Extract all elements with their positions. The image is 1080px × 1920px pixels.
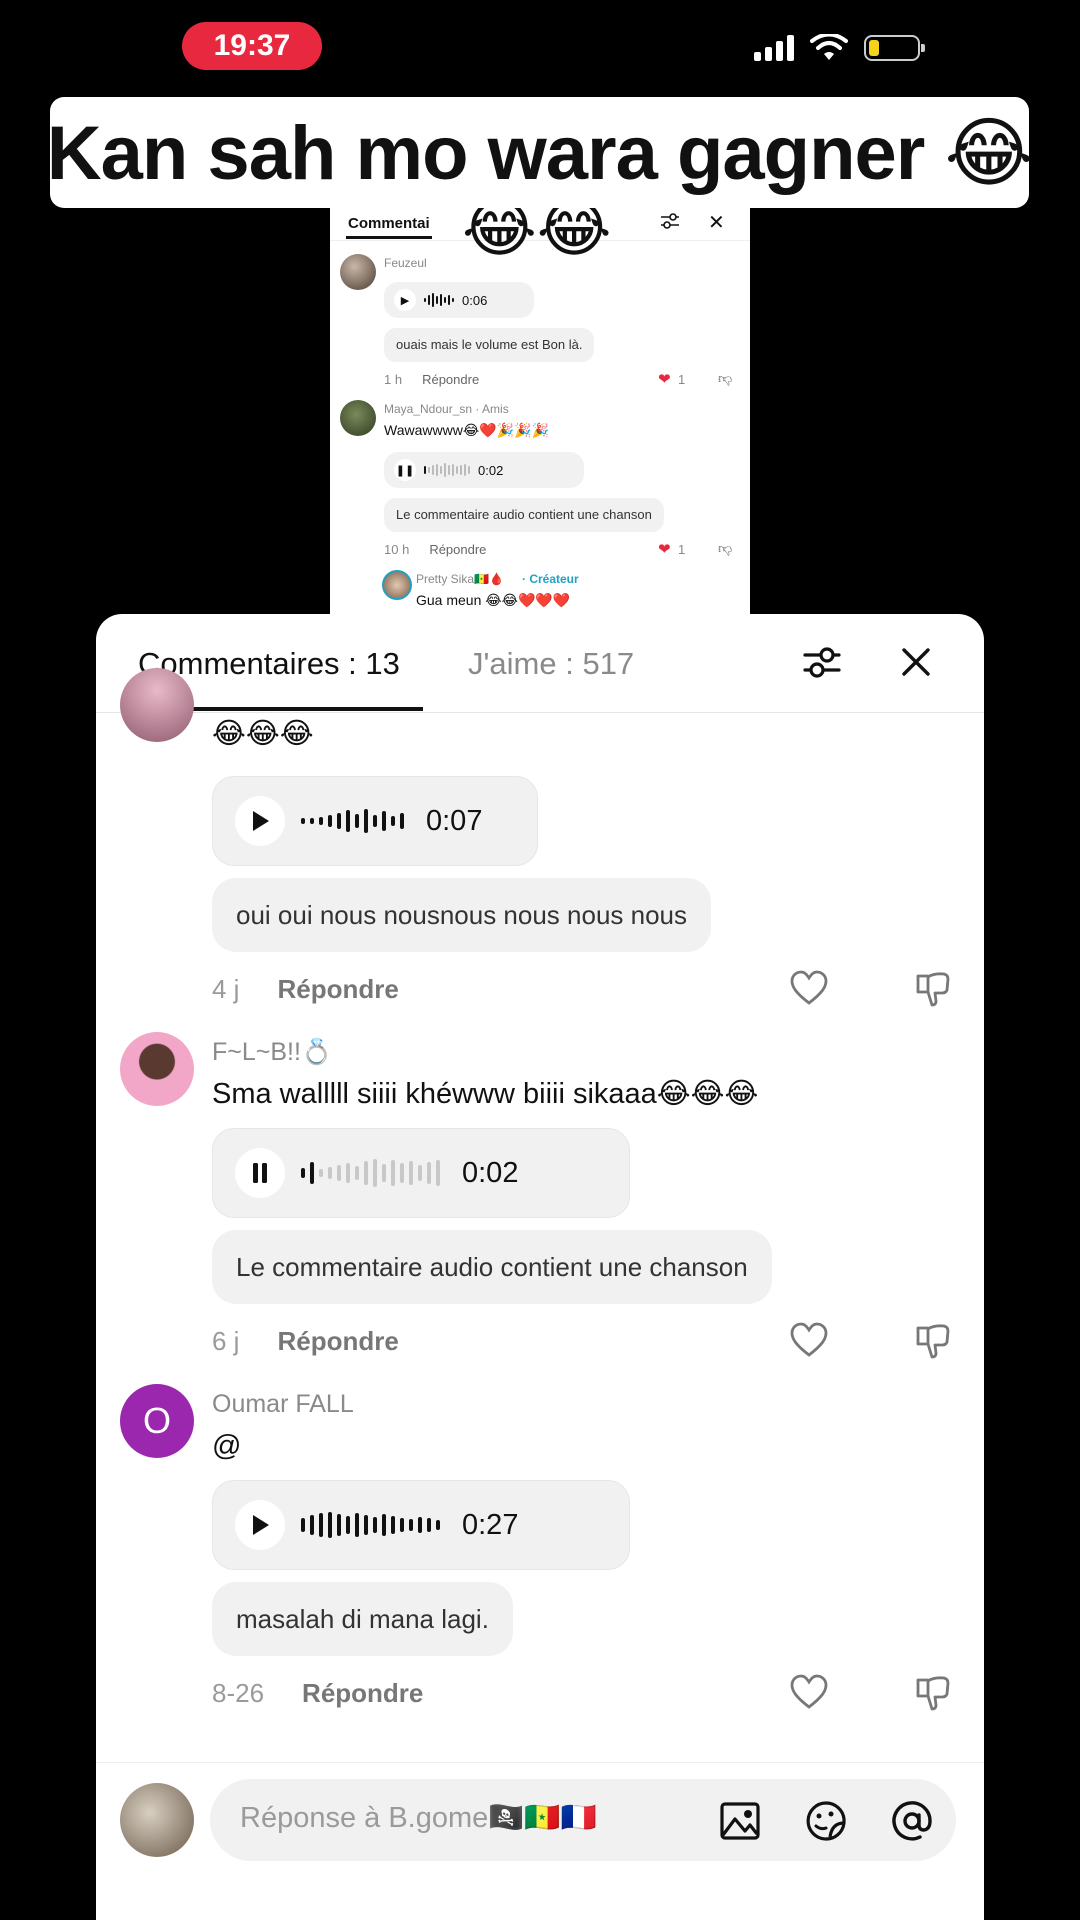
audio-duration: 0:02 [462, 1156, 519, 1189]
reply-button[interactable]: Répondre [277, 974, 398, 1004]
creator-badge: · Créateur [522, 572, 579, 586]
waveform [301, 809, 404, 833]
sticker-icon[interactable] [804, 1799, 848, 1843]
comment-username[interactable]: F~L~B!!💍 [212, 1038, 332, 1067]
reply-input[interactable]: Réponse à B.gome🏴‍☠️🇸🇳🇫🇷 [210, 1779, 956, 1861]
heart-icon[interactable] [790, 1674, 828, 1710]
avatar[interactable] [120, 668, 194, 742]
mini-reply: Répondre [429, 542, 487, 557]
audio-player[interactable]: 0:02 [212, 1128, 630, 1218]
sheet-tabs: Commentaires : 13 J'aime : 517 [96, 614, 984, 713]
audio-transcript: Le commentaire audio contient une chanso… [212, 1230, 772, 1304]
mini-transcript: ouais mais le volume est Bon là. [384, 328, 595, 362]
reply-input-placeholder: Réponse à B.gome🏴‍☠️🇸🇳🇫🇷 [240, 1802, 597, 1834]
status-icons [754, 34, 925, 62]
mini-reply-user: Pretty Sika🇸🇳🩸 [416, 572, 504, 586]
audio-duration: 0:27 [462, 1508, 519, 1541]
filter-icon[interactable] [802, 642, 842, 682]
signal-icon [754, 35, 794, 61]
comment-text: Sma walllll siiii khéwww biiii sikaaa😂😂😂 [212, 1078, 759, 1110]
comment-time: 8-26 [212, 1678, 265, 1708]
heart-icon: ❤ [658, 371, 671, 388]
tab-likes[interactable]: J'aime : 517 [468, 646, 634, 682]
avatar [340, 254, 376, 290]
heart-icon[interactable] [790, 1322, 828, 1358]
comment-time: 4 j [212, 974, 240, 1004]
video-caption: Kan sah mo wara gagner 😂 [47, 97, 1033, 208]
mini-like-count: 1 [678, 542, 686, 557]
audio-duration: 0:07 [426, 804, 483, 837]
comment-meta: 8-26 Répondre [212, 1678, 423, 1709]
comment-text: @ [212, 1430, 242, 1462]
mini-audio-player: ▶ 0:06 [384, 282, 534, 318]
mini-audio-player: ❚❚ 0:02 [384, 452, 584, 488]
avatar[interactable] [120, 1032, 194, 1106]
close-icon: ✕ [708, 212, 725, 234]
thumbs-down-icon: 👎︎ [718, 370, 733, 386]
waveform [301, 1159, 440, 1187]
thumbs-down-icon[interactable] [914, 970, 952, 1008]
comment-username[interactable]: Oumar FALL [212, 1390, 354, 1419]
mini-comment-text: Wawawwww😂❤️🎉🎉🎉 [384, 422, 549, 438]
avatar [382, 570, 412, 600]
reply-button[interactable]: Répondre [277, 1326, 398, 1356]
mini-duration: 0:02 [478, 462, 504, 478]
thumbs-down-icon: 👎︎ [718, 540, 733, 556]
heart-icon[interactable] [790, 970, 828, 1006]
avatar[interactable]: O [120, 1384, 194, 1458]
status-time: 19:37 [182, 22, 322, 70]
comment-text: 😂😂😂 [212, 718, 314, 750]
avatar [340, 400, 376, 436]
mini-meta: 10 h Répondre [384, 542, 486, 557]
mini-reply-text: Gua meun 😂😂❤️❤️❤️ [416, 592, 571, 608]
comment-time: 6 j [212, 1326, 240, 1356]
waveform [301, 1512, 440, 1538]
battery-icon [864, 35, 925, 61]
heart-icon: ❤ [658, 541, 671, 558]
mini-time: 1 h [384, 372, 403, 387]
thumbs-down-icon[interactable] [914, 1674, 952, 1712]
audio-player[interactable]: 0:07 [212, 776, 538, 866]
play-icon[interactable] [235, 796, 285, 846]
mini-like-count: 1 [678, 372, 686, 387]
filter-icon [661, 213, 679, 229]
mini-username: Maya_Ndour_sn · Amis [384, 402, 509, 416]
mini-transcript: Le commentaire audio contient une chanso… [384, 498, 664, 532]
comment-meta: 6 j Répondre [212, 1326, 399, 1357]
mini-tab-underline [346, 236, 432, 239]
play-icon[interactable] [235, 1500, 285, 1550]
image-icon[interactable] [718, 1799, 762, 1843]
mini-duration: 0:06 [462, 292, 488, 308]
pause-icon[interactable] [235, 1148, 285, 1198]
mini-reply: Répondre [422, 372, 480, 387]
play-icon: ▶ [394, 289, 416, 311]
comments-sheet: Commentaires : 13 J'aime : 517 😂😂😂 0:07 … [96, 614, 984, 1920]
close-icon[interactable] [896, 642, 936, 682]
waveform [424, 293, 454, 307]
reply-input-bar: Réponse à B.gome🏴‍☠️🇸🇳🇫🇷 [96, 1762, 984, 1920]
mini-username: Feuzeul [384, 256, 427, 270]
reply-button[interactable]: Répondre [302, 1678, 423, 1708]
pause-icon: ❚❚ [394, 459, 416, 481]
mini-time: 10 h [384, 542, 410, 557]
audio-transcript: oui oui nous nousnous nous nous nous [212, 878, 712, 952]
waveform [424, 463, 470, 477]
thumbs-down-icon[interactable] [914, 1322, 952, 1360]
audio-player[interactable]: 0:27 [212, 1480, 630, 1570]
at-icon[interactable] [890, 1799, 934, 1843]
embedded-screenshot: Commentai ✕ 😂😂 Feuzeul ▶ 0:06 ouais mais… [330, 208, 750, 618]
audio-transcript: masalah di mana lagi. [212, 1582, 513, 1656]
wifi-icon [810, 34, 848, 60]
mini-meta: 1 h Répondre [384, 372, 479, 387]
overlay-emoji: 😂😂 [462, 208, 612, 264]
avatar [120, 1783, 194, 1857]
comment-meta: 4 j Répondre [212, 974, 399, 1005]
